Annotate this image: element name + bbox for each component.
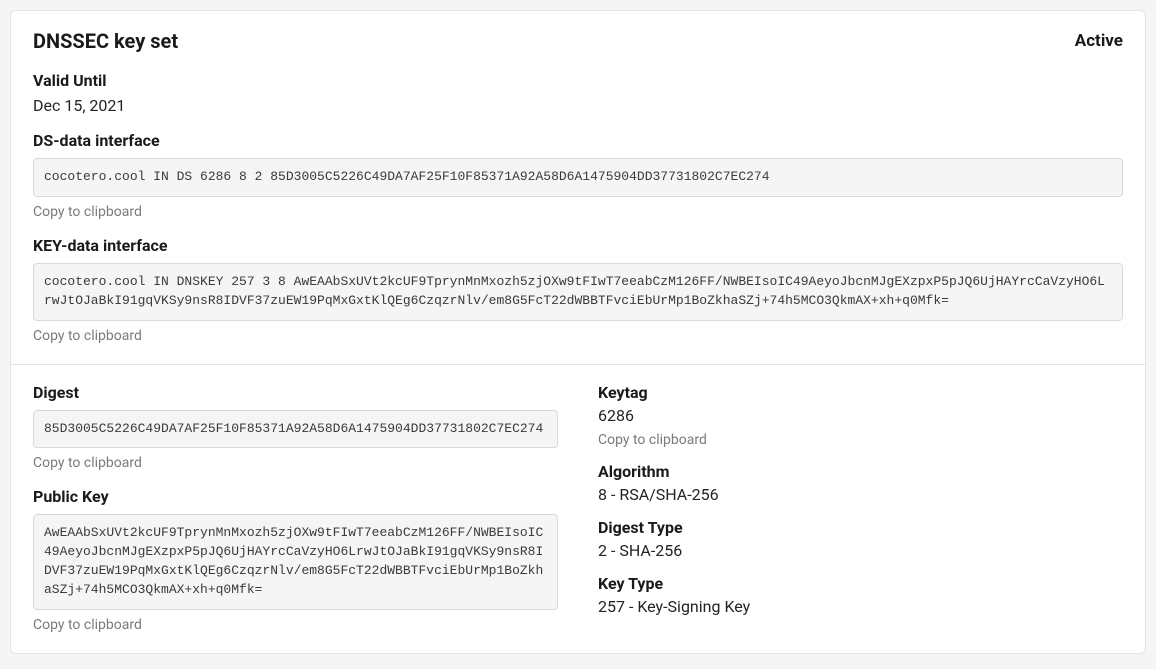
card-title: DNSSEC key set [33, 29, 178, 53]
keytag-block: Keytag 6286 Copy to clipboard [598, 383, 1123, 448]
digest-label: Digest [33, 383, 558, 402]
key-data-value[interactable]: cocotero.cool IN DNSKEY 257 3 8 AwEAAbSx… [33, 263, 1123, 321]
ds-data-value[interactable]: cocotero.cool IN DS 6286 8 2 85D3005C522… [33, 158, 1123, 197]
ds-data-label: DS-data interface [33, 131, 1123, 150]
digest-value[interactable]: 85D3005C5226C49DA7AF25F10F85371A92A58D6A… [33, 410, 558, 449]
card-top-section: DNSSEC key set Active Valid Until Dec 15… [11, 11, 1145, 364]
keytag-value: 6286 [598, 406, 1123, 425]
ds-data-block: DS-data interface cocotero.cool IN DS 62… [33, 131, 1123, 220]
keytag-copy-button[interactable]: Copy to clipboard [598, 432, 707, 448]
public-key-value[interactable]: AwEAAbSxUVt2kcUF9TprynMnMxozh5zjOXw9tFIw… [33, 514, 558, 609]
public-key-label: Public Key [33, 487, 558, 506]
key-data-label: KEY-data interface [33, 236, 1123, 255]
details-left-column: Digest 85D3005C5226C49DA7AF25F10F85371A9… [33, 383, 558, 633]
card-bottom-section: Digest 85D3005C5226C49DA7AF25F10F85371A9… [11, 364, 1145, 653]
digest-type-block: Digest Type 2 - SHA-256 [598, 518, 1123, 560]
public-key-copy-button[interactable]: Copy to clipboard [33, 617, 142, 633]
algorithm-label: Algorithm [598, 462, 1123, 481]
key-data-copy-button[interactable]: Copy to clipboard [33, 328, 142, 344]
digest-copy-button[interactable]: Copy to clipboard [33, 455, 142, 471]
key-type-block: Key Type 257 - Key-Signing Key [598, 574, 1123, 616]
public-key-block: Public Key AwEAAbSxUVt2kcUF9TprynMnMxozh… [33, 487, 558, 632]
key-type-value: 257 - Key-Signing Key [598, 597, 1123, 616]
details-columns: Digest 85D3005C5226C49DA7AF25F10F85371A9… [33, 383, 1123, 633]
card-header: DNSSEC key set Active [33, 29, 1123, 53]
status-badge: Active [1075, 31, 1123, 51]
details-right-column: Keytag 6286 Copy to clipboard Algorithm … [598, 383, 1123, 633]
valid-until-value: Dec 15, 2021 [33, 96, 1123, 115]
algorithm-value: 8 - RSA/SHA-256 [598, 485, 1123, 504]
dnssec-keyset-card: DNSSEC key set Active Valid Until Dec 15… [10, 10, 1146, 654]
valid-until-block: Valid Until Dec 15, 2021 [33, 71, 1123, 115]
keytag-label: Keytag [598, 383, 1123, 402]
key-data-block: KEY-data interface cocotero.cool IN DNSK… [33, 236, 1123, 344]
digest-type-label: Digest Type [598, 518, 1123, 537]
ds-data-copy-button[interactable]: Copy to clipboard [33, 204, 142, 220]
key-type-label: Key Type [598, 574, 1123, 593]
digest-block: Digest 85D3005C5226C49DA7AF25F10F85371A9… [33, 383, 558, 472]
digest-type-value: 2 - SHA-256 [598, 541, 1123, 560]
valid-until-label: Valid Until [33, 71, 1123, 90]
algorithm-block: Algorithm 8 - RSA/SHA-256 [598, 462, 1123, 504]
